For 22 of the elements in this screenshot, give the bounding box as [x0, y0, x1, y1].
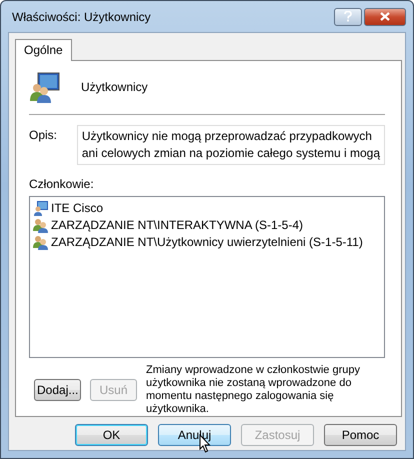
users-computer-icon — [29, 71, 61, 104]
close-icon — [380, 12, 390, 21]
member-item[interactable]: ZARZĄDZANIE NT\INTERAKTYWNA (S-1-5-4) — [51, 218, 304, 232]
member-item[interactable]: ZARZĄDZANIE NT\Użytkownicy uwierzytelnieni (S-1-5-11) — [51, 235, 363, 250]
description-label: Opis: — [29, 126, 58, 144]
member-item[interactable]: ITE Cisco — [51, 201, 104, 216]
ok-button[interactable]: OK — [75, 424, 148, 446]
help-button[interactable]: Pomoc — [324, 424, 397, 446]
window-title: Właściwości: Użytkownicy — [11, 10, 152, 24]
help-icon — [344, 11, 352, 22]
description-field[interactable]: Użytkownicy nie mogą przeprowadzać przypadkowych ani celowych zmian na poziomie całego systemu i mogą — [76, 124, 385, 165]
members-list[interactable]: ITE Cisco ZARZĄDZANIE NT\INTERAKTYWNA (S-1-5-4) ZARZĄDZANIE NT\Użytkownicy uwierzytelnieni (S-1-5-11) — [29, 196, 385, 358]
users-icon — [33, 234, 49, 250]
users-icon — [33, 217, 49, 234]
user-computer-icon — [33, 200, 49, 216]
close-button[interactable] — [364, 8, 406, 26]
help-button[interactable] — [334, 8, 362, 26]
members-label: Członkowie: — [29, 176, 95, 191]
info-text: Zmiany wprowadzone w członkostwie grupy użytkownika nie zostaną wprowadzone do momentu następnego zalogowania się użytkownika. — [146, 364, 361, 416]
group-name: Użytkownicy — [81, 80, 148, 94]
tab[interactable]: Ogólne — [15, 39, 72, 61]
add-button[interactable]: Dodaj... — [34, 379, 81, 401]
